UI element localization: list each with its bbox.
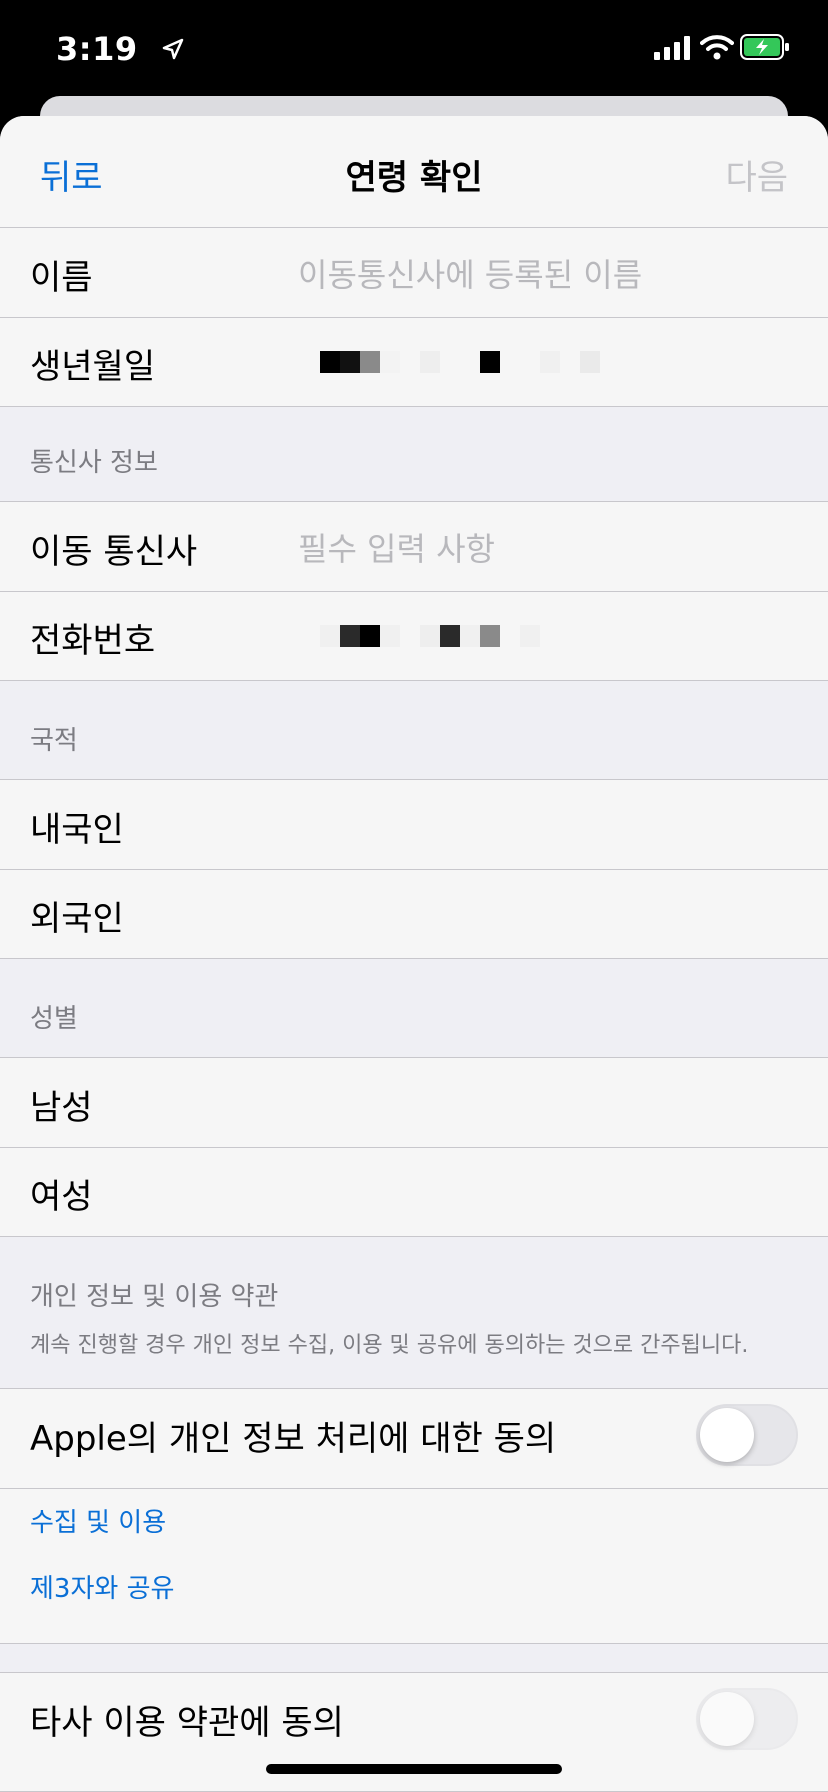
toggle-knob [700,1408,754,1462]
status-time: 3:19 [56,30,138,68]
gender-group: 남성 여성 [0,1057,828,1237]
cellular-signal-icon [654,36,690,60]
third-party-terms-label: 타사 이용 약관에 동의 [30,1703,344,1743]
carrier-section-header: 통신사 정보 [30,448,158,478]
carrier-row[interactable]: 이동 통신사 필수 입력 사항 [0,502,828,591]
privacy-info: 개인 정보 및 이용 약관 계속 진행할 경우 개인 정보 수집, 이용 및 공… [30,1276,800,1359]
nationality-option-label: 내국인 [30,810,124,850]
phone-value-masked[interactable] [320,625,540,647]
nationality-option-label: 외국인 [30,899,124,939]
gender-option-label: 남성 [30,1088,93,1128]
name-input[interactable]: 이동통신사에 등록된 이름 [298,250,642,296]
nationality-option-foreign[interactable]: 외국인 [0,869,828,958]
phone-label: 전화번호 [30,621,156,661]
collection-use-link[interactable]: 수집 및 이용 [30,1502,166,1539]
birthdate-value-masked[interactable] [320,351,600,373]
carrier-label: 이동 통신사 [30,532,198,572]
gender-section-header: 성별 [30,1004,78,1034]
birthdate-row[interactable]: 생년월일 [0,317,828,406]
home-indicator[interactable] [266,1764,562,1774]
birthdate-label: 생년월일 [30,347,156,387]
apple-consent-toggle[interactable] [696,1404,798,1466]
carrier-input[interactable]: 필수 입력 사항 [298,524,495,570]
privacy-title: 개인 정보 및 이용 약관 [30,1282,279,1312]
gender-option-female[interactable]: 여성 [0,1147,828,1236]
consent-links: 수집 및 이용 제3자와 공유 [0,1488,828,1643]
collection-use-link-row[interactable]: 수집 및 이용 [0,1488,828,1554]
status-bar: 3:19 [0,0,828,96]
apple-consent-group: Apple의 개인 정보 처리에 대한 동의 수집 및 이용 제3자와 공유 [0,1388,828,1644]
privacy-description: 계속 진행할 경우 개인 정보 수집, 이용 및 공유에 동의하는 것으로 간주… [30,1333,749,1358]
third-party-share-link-row[interactable]: 제3자와 공유 [0,1554,828,1620]
gender-option-male[interactable]: 남성 [0,1058,828,1147]
apple-consent-row[interactable]: Apple의 개인 정보 처리에 대한 동의 [0,1389,828,1478]
apple-consent-label: Apple의 개인 정보 처리에 대한 동의 [30,1419,557,1459]
third-party-terms-row[interactable]: 타사 이용 약관에 동의 [0,1673,828,1762]
third-party-terms-group: 타사 이용 약관에 동의 [0,1672,828,1792]
toggle-knob [700,1692,754,1746]
nationality-group: 내국인 외국인 [0,779,828,959]
name-row[interactable]: 이름 이동통신사에 등록된 이름 [0,228,828,317]
navigation-bar: 뒤로 연령 확인 다음 [0,116,828,228]
gender-option-label: 여성 [30,1177,93,1217]
nationality-option-domestic[interactable]: 내국인 [0,780,828,869]
next-button[interactable]: 다음 [725,150,788,199]
identity-group: 이름 이동통신사에 등록된 이름 생년월일 [0,228,828,407]
carrier-group: 이동 통신사 필수 입력 사항 전화번호 [0,501,828,681]
nationality-section-header: 국적 [30,726,78,756]
age-verification-sheet: 뒤로 연령 확인 다음 이름 이동통신사에 등록된 이름 생년월일 통신사 정보… [0,116,828,1792]
battery-charging-icon [740,34,789,60]
wifi-icon [700,35,734,60]
phone-row[interactable]: 전화번호 [0,591,828,680]
name-label: 이름 [30,258,93,298]
page-title: 연령 확인 [345,158,483,198]
third-party-share-link[interactable]: 제3자와 공유 [30,1568,174,1605]
location-arrow-icon [162,38,184,60]
third-party-terms-toggle[interactable] [696,1688,798,1750]
